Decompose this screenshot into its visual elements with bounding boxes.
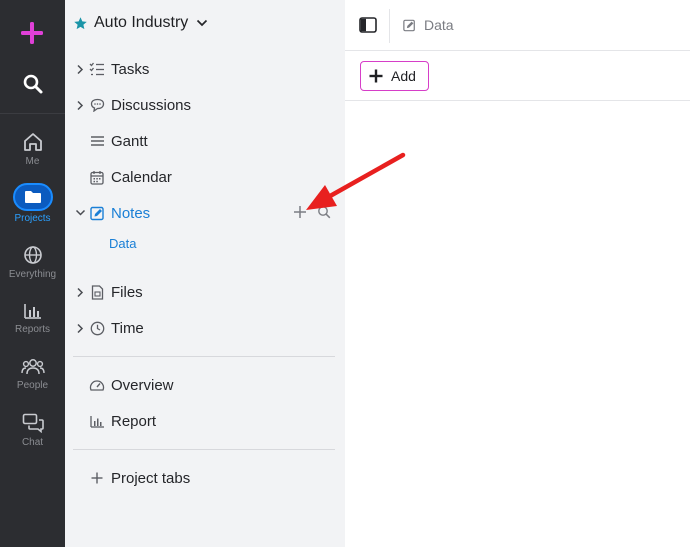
breadcrumb[interactable]: Data (403, 17, 454, 33)
nav-item-files[interactable]: Files (73, 278, 337, 306)
sidebar-divider (73, 449, 335, 450)
nav-item-discussions[interactable]: Discussions (73, 91, 337, 119)
notes-row-actions (293, 205, 331, 219)
nav-label: Overview (111, 376, 174, 394)
checklist-icon (89, 61, 105, 77)
bar-chart-icon (23, 304, 41, 319)
nav-item-calendar[interactable]: Calendar (73, 163, 337, 191)
nav-item-report[interactable]: Report (73, 407, 337, 435)
project-switcher[interactable]: Auto Industry (73, 14, 208, 32)
project-name: Auto Industry (94, 14, 189, 31)
gantt-icon (89, 133, 105, 149)
notes-subitem-data[interactable]: Data (109, 236, 136, 251)
search-icon[interactable] (22, 73, 44, 95)
rail-divider (0, 113, 65, 114)
nav-item-notes[interactable]: Notes (73, 199, 337, 227)
nav-label: Discussions (111, 96, 192, 114)
nav-label: Files (111, 283, 143, 301)
people-icon (20, 359, 45, 375)
rail-label: Everything (8, 269, 57, 280)
nav-label: Gantt (111, 132, 148, 150)
search-notes-icon[interactable] (317, 205, 331, 219)
project-tabs-button[interactable]: Project tabs (73, 464, 337, 492)
nav-item-time[interactable]: Time (73, 314, 337, 342)
nav-item-overview[interactable]: Overview (73, 371, 337, 399)
nav-label: Time (111, 319, 144, 337)
report-chart-icon (89, 413, 105, 429)
rail-item-chat[interactable]: Chat (0, 413, 65, 448)
add-button[interactable]: Add (360, 61, 429, 91)
note-edit-icon (89, 205, 105, 221)
globe-icon (23, 246, 42, 264)
plus-icon (89, 470, 105, 486)
rail-item-projects[interactable]: Projects (0, 183, 65, 224)
breadcrumb-label: Data (424, 17, 454, 33)
rail-item-people[interactable]: People (0, 358, 65, 391)
chevron-right-icon[interactable] (73, 285, 87, 299)
chat-icon (22, 413, 44, 433)
chevron-right-icon[interactable] (73, 62, 87, 76)
nav-label: Tasks (111, 60, 150, 78)
rail-label: Chat (21, 437, 44, 448)
plus-icon (369, 69, 383, 83)
chevron-right-icon[interactable] (73, 98, 87, 112)
project-sidebar: Auto Industry Tasks Discussions Gantt Ca… (65, 0, 345, 547)
app-rail: Me Projects Everything Reports People Ch… (0, 0, 65, 547)
chevron-down-icon (197, 19, 208, 27)
speech-bubble-icon (89, 97, 105, 113)
nav-item-tasks[interactable]: Tasks (73, 55, 337, 83)
home-icon (23, 133, 42, 151)
calendar-icon (89, 169, 105, 185)
add-note-plus-icon[interactable] (293, 205, 307, 219)
create-plus-icon[interactable] (18, 19, 46, 47)
topbar-divider (389, 9, 390, 43)
rail-label: Projects (14, 213, 51, 224)
rail-item-everything[interactable]: Everything (0, 245, 65, 280)
add-button-label: Add (391, 68, 416, 84)
rail-label: Me (25, 156, 40, 167)
sidebar-toggle-icon[interactable] (359, 17, 377, 33)
chevron-right-icon[interactable] (73, 321, 87, 335)
main-topbar: Data (345, 0, 690, 51)
sidebar-divider (73, 356, 335, 357)
rail-label: People (16, 380, 49, 391)
rail-item-me[interactable]: Me (0, 132, 65, 167)
gauge-icon (89, 377, 105, 393)
clock-icon (89, 320, 105, 336)
nav-label: Report (111, 412, 157, 430)
nav-label: Calendar (111, 168, 172, 186)
chevron-down-icon[interactable] (73, 206, 87, 220)
star-icon (74, 16, 87, 29)
nav-item-gantt[interactable]: Gantt (73, 127, 337, 155)
rail-item-reports[interactable]: Reports (0, 302, 65, 335)
folder-icon (24, 191, 41, 203)
note-edit-icon (403, 19, 415, 31)
projects-pill (12, 183, 53, 211)
nav-label: Notes (111, 204, 151, 222)
rail-label: Reports (14, 324, 50, 335)
file-icon (89, 284, 105, 300)
action-bar: Add (345, 51, 690, 101)
nav-label: Project tabs (111, 469, 191, 487)
